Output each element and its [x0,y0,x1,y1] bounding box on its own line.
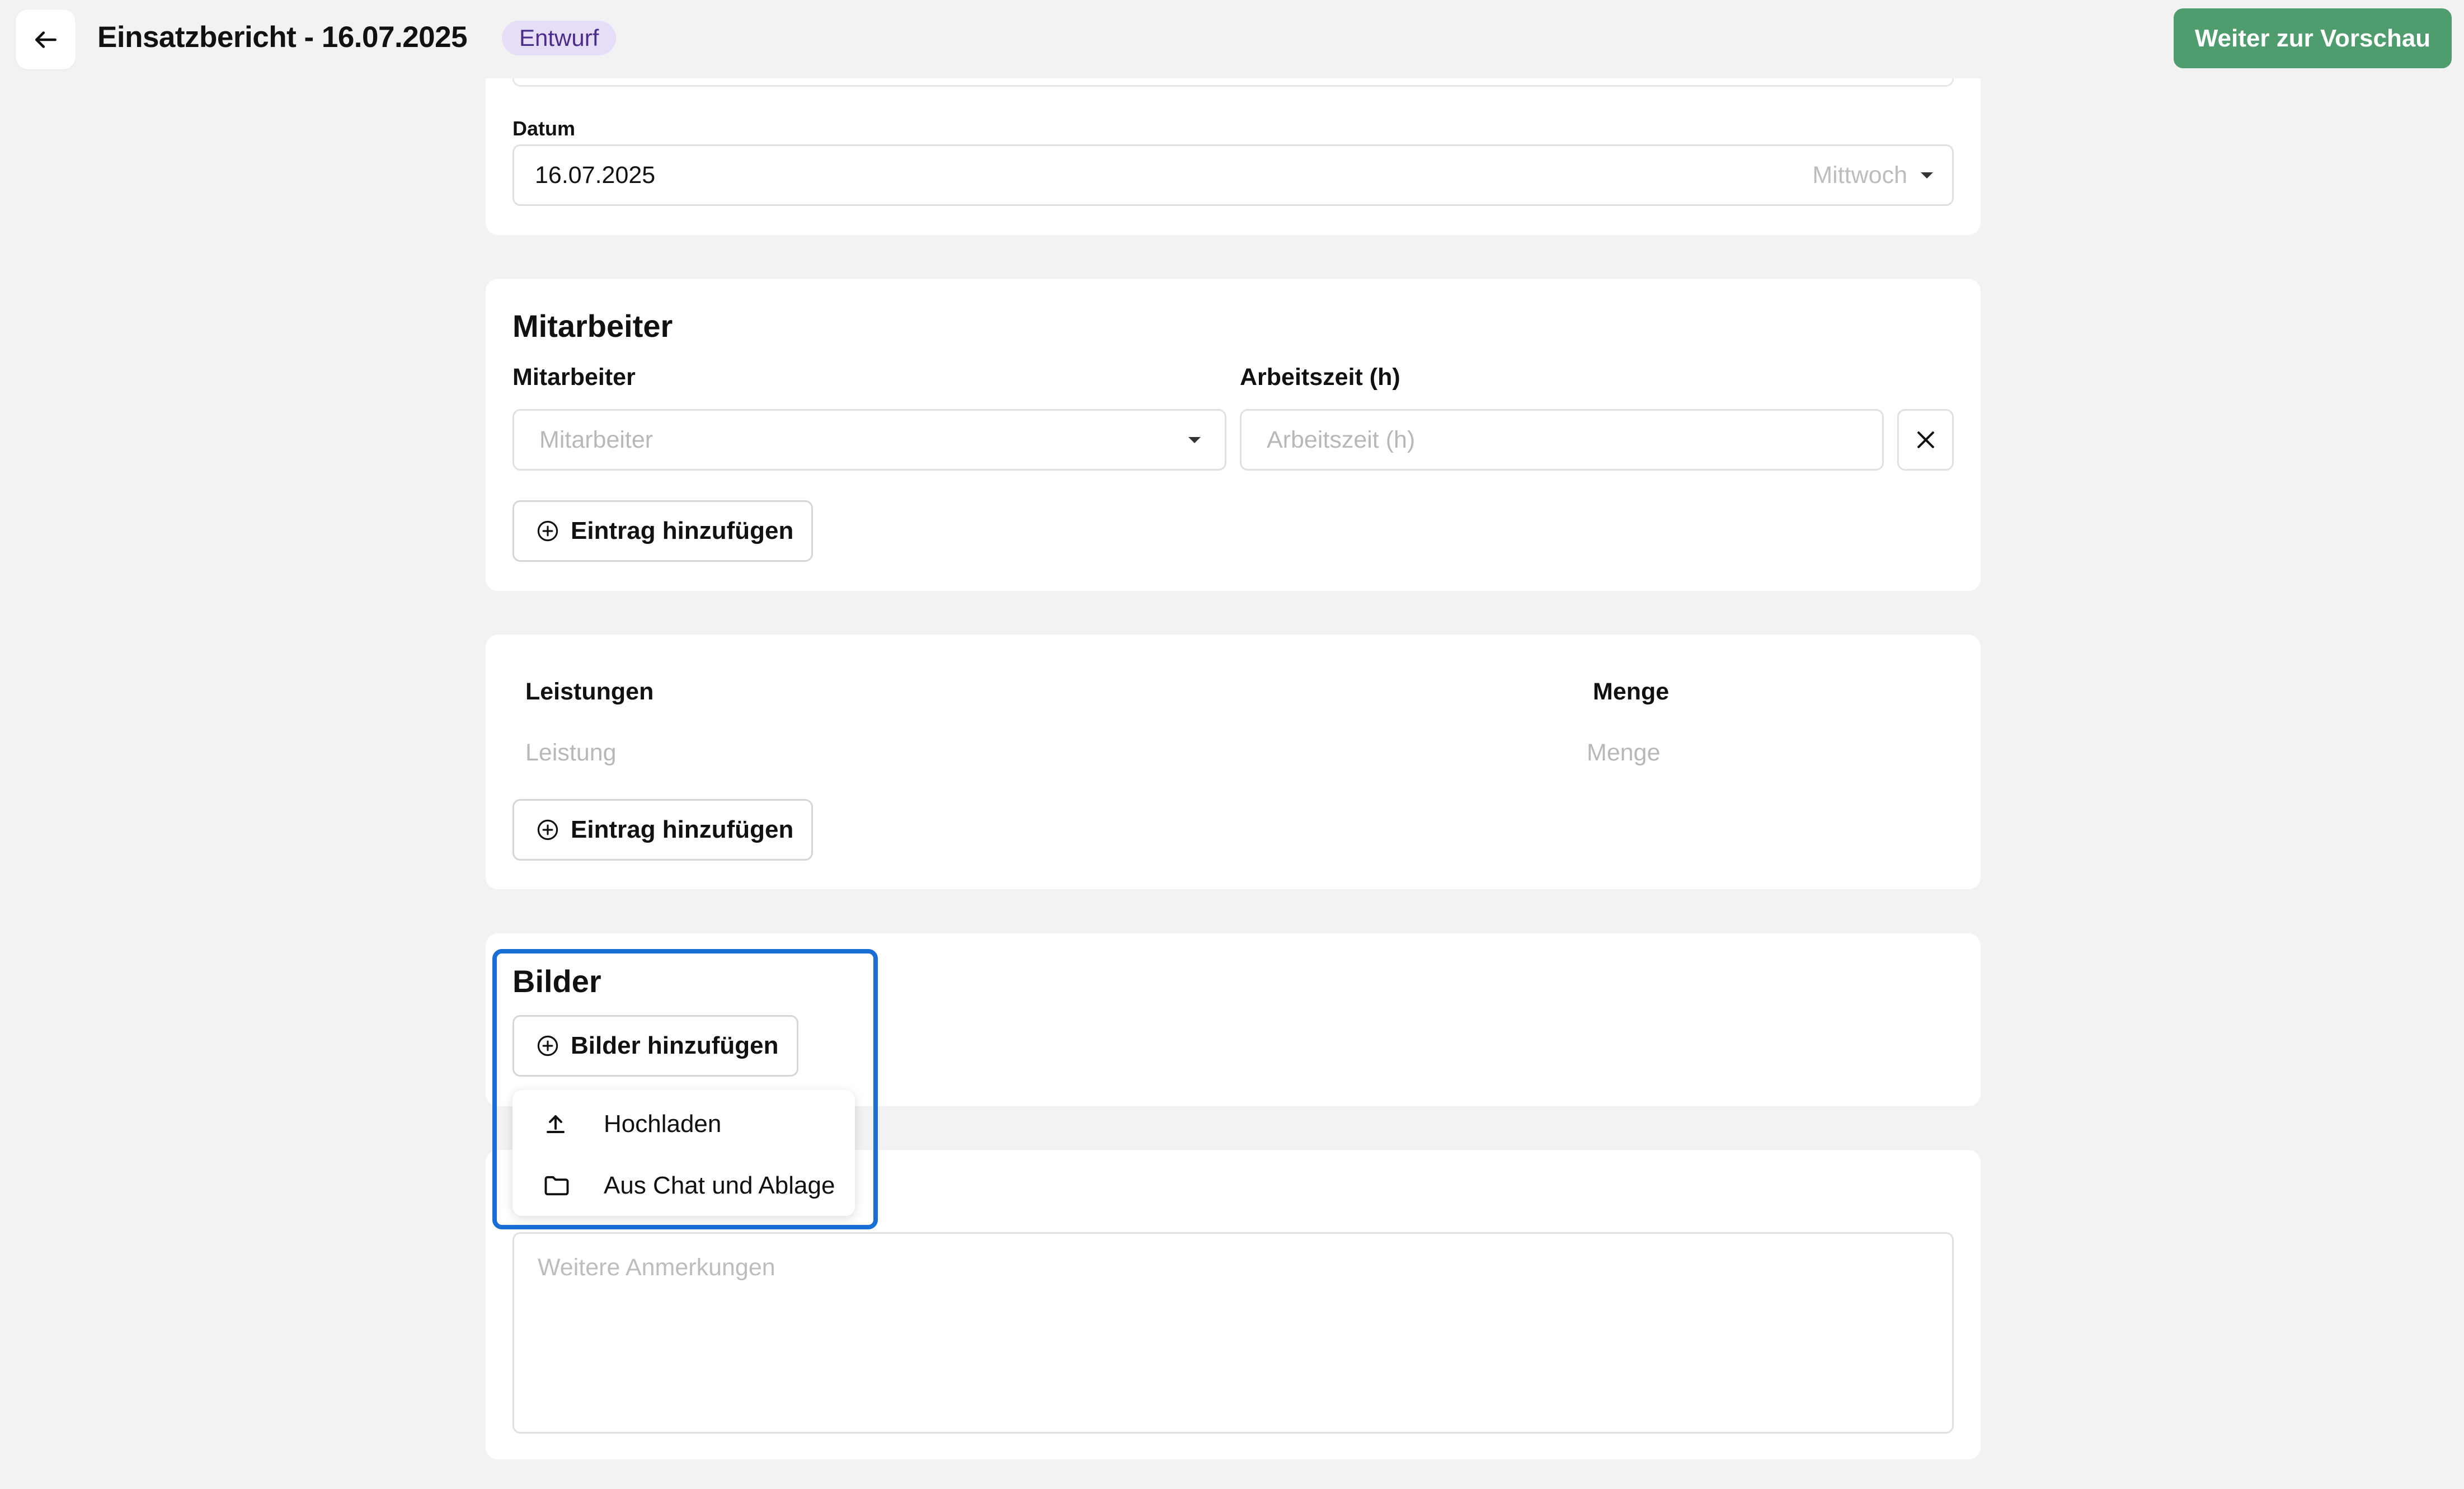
menu-item-chat-storage[interactable]: Aus Chat und Ablage [512,1156,855,1215]
employee-select[interactable]: Mitarbeiter [512,409,1226,471]
plus-circle-icon [536,519,559,543]
add-images-menu: Hochladen Aus Chat und Ablage [512,1090,855,1216]
add-service-entry-label: Eintrag hinzufügen [571,816,794,843]
service-input[interactable]: Leistung [525,739,617,767]
menu-item-upload[interactable]: Hochladen [512,1095,855,1153]
add-employee-entry-button[interactable]: Eintrag hinzufügen [512,500,813,562]
remove-entry-button[interactable] [1897,409,1954,471]
chevron-down-icon [1188,436,1201,443]
previous-field-edge [512,78,1954,87]
upload-icon [542,1111,569,1138]
plus-circle-icon [536,818,559,842]
add-service-entry-button[interactable]: Eintrag hinzufügen [512,799,813,861]
images-card: Bilder Bilder hinzufügen [486,933,1981,1106]
weekday-hint: Mittwoch [1812,161,1907,189]
chevron-down-icon [1921,172,1933,179]
service-column-label: Leistungen [525,678,654,705]
add-images-label: Bilder hinzufügen [571,1032,779,1059]
services-card: Leistungen Menge Leistung Menge Eintrag … [486,635,1981,889]
date-label: Datum [512,117,576,140]
hours-label: Arbeitszeit (h) [1240,364,1400,391]
date-value: 16.07.2025 [535,161,656,189]
plus-circle-icon [536,1034,559,1058]
top-bar: Einsatzbericht - 16.07.2025 Entwurf Weit… [0,0,2464,78]
hours-input[interactable]: Arbeitszeit (h) [1240,409,1884,471]
notes-textarea[interactable]: Weitere Anmerkungen [512,1232,1954,1434]
close-icon [1913,428,1938,452]
hours-placeholder: Arbeitszeit (h) [1267,426,1416,453]
notes-placeholder: Weitere Anmerkungen [538,1254,775,1281]
back-button[interactable] [16,10,76,69]
employee-label: Mitarbeiter [512,364,636,391]
employee-placeholder: Mitarbeiter [539,426,653,453]
employees-title: Mitarbeiter [512,308,673,344]
page-title: Einsatzbericht - 16.07.2025 [97,21,468,54]
quantity-column-label: Menge [1593,678,1670,705]
date-select[interactable]: 16.07.2025 Mittwoch [512,144,1954,206]
add-employee-entry-label: Eintrag hinzufügen [571,517,794,544]
date-card: Datum 16.07.2025 Mittwoch [486,78,1981,235]
preview-button[interactable]: Weiter zur Vorschau [2174,8,2452,68]
add-images-button[interactable]: Bilder hinzufügen [512,1015,798,1077]
folder-icon [542,1171,571,1200]
status-badge: Entwurf [502,21,617,55]
employees-card: Mitarbeiter Mitarbeiter Arbeitszeit (h) … [486,279,1981,591]
quantity-input[interactable]: Menge [1587,739,1660,767]
images-title: Bilder [512,964,601,999]
arrow-left-icon [32,26,60,54]
menu-item-upload-label: Hochladen [604,1110,722,1138]
menu-item-chat-storage-label: Aus Chat und Ablage [604,1171,835,1199]
